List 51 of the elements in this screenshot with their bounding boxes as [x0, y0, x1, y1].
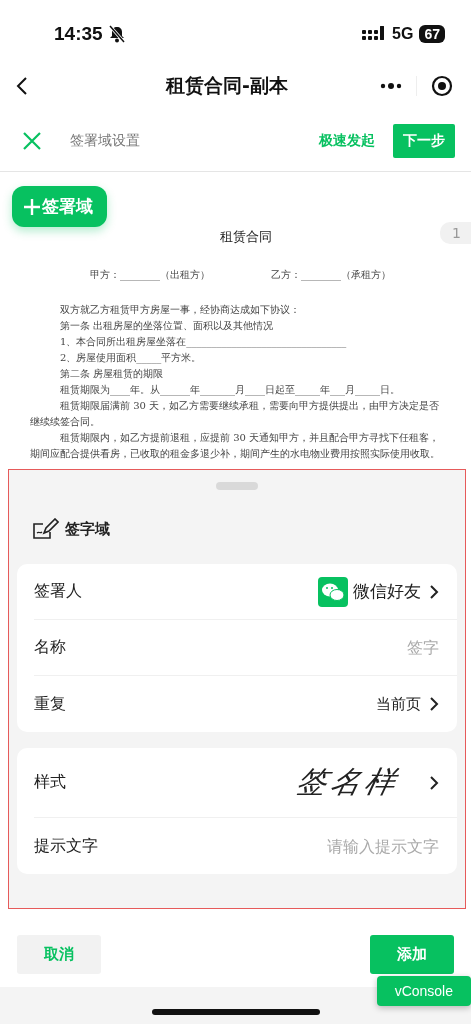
field-label: 样式	[34, 772, 67, 793]
cancel-button[interactable]: 取消	[17, 934, 101, 974]
signal-icon	[362, 26, 387, 42]
add-button[interactable]: 添加	[370, 934, 454, 974]
field-label: 名称	[34, 637, 67, 658]
drag-handle[interactable]	[216, 482, 258, 490]
more-icon[interactable]	[380, 83, 402, 89]
document-title: 租赁合同	[218, 228, 273, 246]
contract-line: 期间应配合提供看房，已收取的租金多退少补，期间产生的水电物业费用按照实际使用收取。	[30, 447, 441, 461]
chevron-right-icon	[429, 696, 439, 712]
next-step-button[interactable]: 下一步	[393, 123, 455, 158]
style-row[interactable]: 样式 签名样	[34, 748, 457, 818]
sheet-title: 签字域	[65, 519, 110, 539]
field-value: 当前页	[376, 694, 421, 714]
input-field[interactable]: 请输入提示文字	[269, 836, 439, 856]
status-time: 14:35	[54, 23, 103, 45]
network-label: 5G	[392, 25, 414, 43]
field-label: 签署人	[34, 581, 83, 602]
contract-line: 租赁期限内，如乙方提前退租，应提前 30 天通知甲方，并且配合甲方寻找下任租客，	[59, 431, 441, 445]
party-line: 甲方：________（出租方）	[90, 268, 210, 282]
contract-line: 租赁期限届满前 30 天，如乙方需要继续承租，需要向甲方提供提出，由甲方决定是否	[59, 399, 441, 413]
contract-line: 1、本合同所出租房屋坐落在________________________________	[59, 335, 348, 350]
vconsole-button[interactable]: vConsole	[376, 976, 471, 1006]
page-number: 1	[440, 222, 471, 244]
signer-row[interactable]: 签署人 微信好友	[34, 564, 457, 620]
battery-level: 67	[419, 25, 445, 43]
signature-pen-icon	[33, 518, 59, 540]
page-title: 租赁合同-副本	[166, 73, 288, 98]
party-line: 乙方：________（承租方）	[271, 268, 391, 282]
contract-line: 第一条 出租房屋的坐落位置、面积以及其他情况	[59, 319, 275, 333]
chat-bubbles-icon	[318, 576, 348, 607]
signature-sample: 签名样	[292, 763, 404, 801]
back-icon[interactable]	[16, 76, 28, 96]
record-icon[interactable]	[431, 75, 453, 97]
input-field[interactable]: 签字	[269, 638, 439, 657]
chevron-right-icon	[429, 774, 439, 791]
select-row[interactable]: 重复 当前页	[34, 676, 457, 732]
field-label: 提示文字	[34, 835, 99, 857]
field-label: 重复	[34, 693, 67, 715]
chevron-right-icon	[429, 583, 439, 600]
add-field-button[interactable]: 签署域	[12, 186, 107, 227]
toolbar-title: 签署域设置	[70, 131, 141, 150]
contract-line: 租赁期限为____年。从______年_______月____日起至_____年___月_____日。	[59, 383, 401, 398]
plus-icon	[24, 198, 40, 215]
contract-line: 双方就乙方租赁甲方房屋一事，经协商达成如下协议：	[59, 303, 301, 317]
contract-line: 第二条 房屋租赁的期限	[59, 367, 165, 381]
contract-line: 继续续签合同。	[30, 415, 101, 429]
contract-line: 2、房屋使用面积_____平方米。	[59, 351, 203, 366]
field-value: 微信好友	[353, 580, 421, 603]
bell-slash-icon	[108, 25, 125, 43]
quick-start-link[interactable]: 极速发起	[319, 131, 375, 150]
